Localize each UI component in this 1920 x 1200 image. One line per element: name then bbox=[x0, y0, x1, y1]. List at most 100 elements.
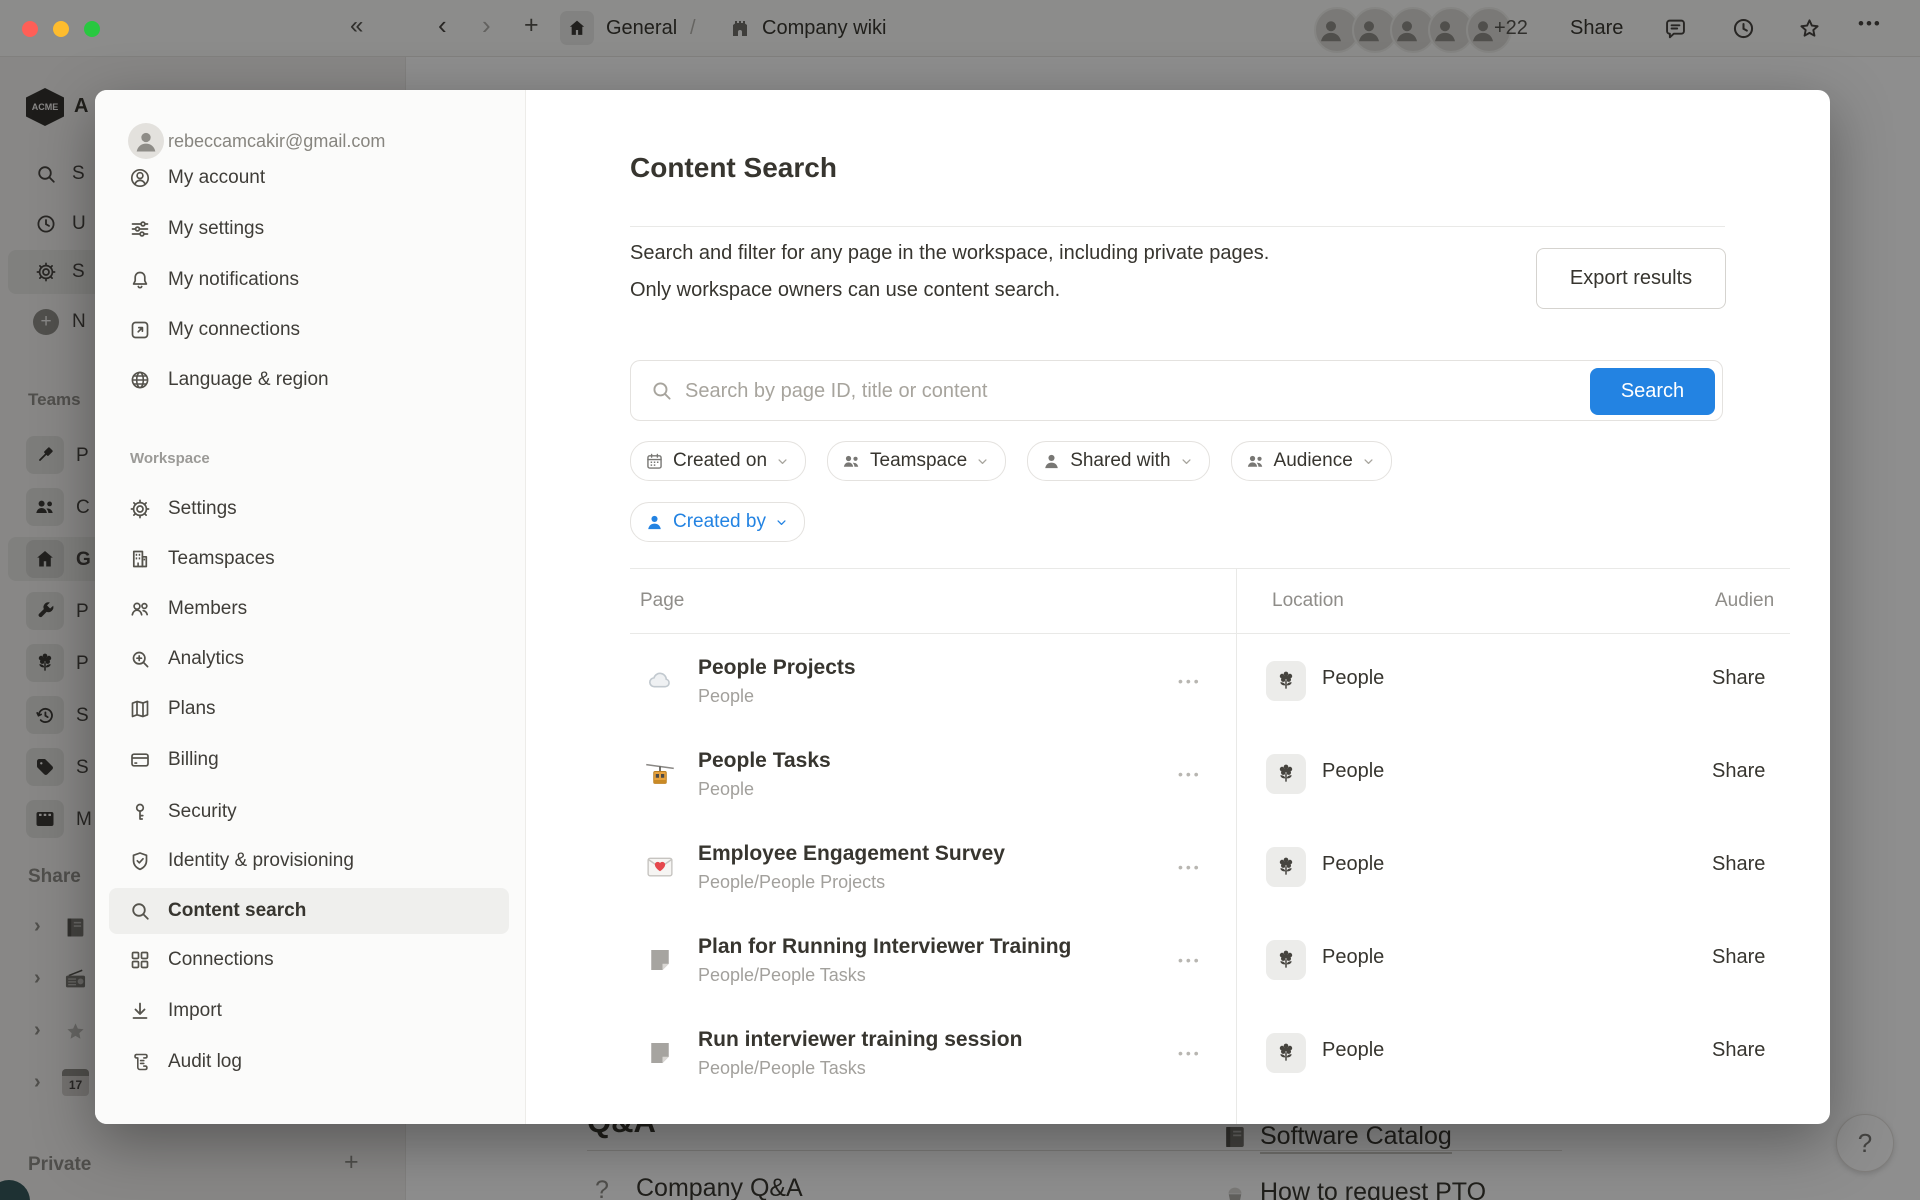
building-icon bbox=[128, 547, 152, 571]
table-row[interactable]: People Projects People ••• People Share bbox=[630, 634, 1790, 727]
description-line1: Search and filter for any page in the wo… bbox=[630, 242, 1550, 265]
column-header-page[interactable]: Page bbox=[640, 568, 684, 633]
row-menu-icon[interactable]: ••• bbox=[1178, 860, 1220, 874]
location-value: People bbox=[1322, 853, 1384, 876]
teamspace-flower-icon bbox=[1266, 754, 1306, 794]
page-path: People/People Tasks bbox=[698, 965, 866, 986]
menu-item-my-settings[interactable]: My settings bbox=[95, 204, 525, 254]
menu-item-teamspaces[interactable]: Teamspaces bbox=[95, 534, 525, 584]
menu-item-my-connections[interactable]: My connections bbox=[95, 305, 525, 355]
menu-item-import[interactable]: Import bbox=[95, 986, 525, 1036]
settings-modal: rebeccamcakir@gmail.com My account My se… bbox=[95, 90, 1830, 1124]
chevron-down-icon bbox=[775, 454, 790, 469]
filter-audience[interactable]: Audience bbox=[1231, 441, 1392, 481]
page-title[interactable]: Employee Engagement Survey bbox=[698, 842, 1005, 866]
results-table: Page Location Audien People Projects Peo… bbox=[630, 568, 1790, 1124]
menu-item-analytics[interactable]: Analytics bbox=[95, 634, 525, 684]
people-icon bbox=[1245, 451, 1266, 472]
menu-item-content-search[interactable]: Content search bbox=[95, 886, 525, 936]
filter-shared-with[interactable]: Shared with bbox=[1027, 441, 1209, 481]
title-divider bbox=[630, 226, 1725, 227]
page-title[interactable]: People Projects bbox=[698, 656, 856, 680]
page-title[interactable]: Plan for Running Interviewer Training bbox=[698, 935, 1071, 959]
chevron-down-icon bbox=[774, 515, 789, 530]
description-line2: Only workspace owners can use content se… bbox=[630, 279, 1550, 302]
shield-check-icon bbox=[128, 849, 152, 873]
chevron-down-icon bbox=[1179, 454, 1194, 469]
table-row[interactable]: Plan for Running Interviewer Training Pe… bbox=[630, 913, 1790, 1006]
row-menu-icon[interactable]: ••• bbox=[1178, 1046, 1220, 1060]
menu-item-plans[interactable]: Plans bbox=[95, 684, 525, 734]
person-icon bbox=[1041, 451, 1062, 472]
app-window: « ‹ › + General / Company wiki +22 Share… bbox=[0, 0, 1920, 1200]
person-circle-icon bbox=[128, 166, 152, 190]
menu-item-label: Identity & provisioning bbox=[168, 836, 354, 886]
teamspace-flower-icon bbox=[1266, 1033, 1306, 1073]
filter-teamspace[interactable]: Teamspace bbox=[827, 441, 1006, 481]
filter-label: Audience bbox=[1274, 450, 1353, 472]
column-header-location[interactable]: Location bbox=[1272, 568, 1344, 633]
credit-card-icon bbox=[128, 748, 152, 772]
menu-item-language-region[interactable]: Language & region bbox=[95, 355, 525, 405]
row-menu-icon[interactable]: ••• bbox=[1178, 674, 1220, 688]
table-row[interactable]: People Tasks People ••• People Share bbox=[630, 727, 1790, 820]
active-filter-row: Created by bbox=[630, 502, 805, 542]
settings-menu-panel: rebeccamcakir@gmail.com My account My se… bbox=[95, 90, 526, 1124]
zoom-window-button[interactable] bbox=[84, 21, 100, 37]
menu-item-members[interactable]: Members bbox=[95, 584, 525, 634]
menu-item-label: Security bbox=[168, 787, 237, 837]
menu-item-billing[interactable]: Billing bbox=[95, 735, 525, 785]
menu-item-label: Teamspaces bbox=[168, 534, 275, 584]
teamspace-flower-icon bbox=[1266, 661, 1306, 701]
export-results-button[interactable]: Export results bbox=[1536, 248, 1726, 309]
page-icon bbox=[644, 944, 676, 976]
row-menu-icon[interactable]: ••• bbox=[1178, 953, 1220, 967]
search-icon bbox=[128, 899, 152, 923]
menu-item-label: Audit log bbox=[168, 1037, 242, 1087]
close-window-button[interactable] bbox=[22, 21, 38, 37]
page-icon bbox=[644, 1037, 676, 1069]
location-value: People bbox=[1322, 1039, 1384, 1062]
filter-label: Created by bbox=[673, 511, 766, 533]
menu-item-label: Plans bbox=[168, 684, 216, 734]
chevron-down-icon bbox=[975, 454, 990, 469]
page-title[interactable]: People Tasks bbox=[698, 749, 831, 773]
menu-item-identity-provisioning[interactable]: Identity & provisioning bbox=[95, 836, 525, 886]
filter-chip-row: Created on Teamspace Shared with Audienc… bbox=[630, 441, 1392, 481]
menu-item-settings[interactable]: Settings bbox=[95, 484, 525, 534]
grid-icon bbox=[128, 948, 152, 972]
menu-item-label: Analytics bbox=[168, 634, 244, 684]
filter-label: Teamspace bbox=[870, 450, 967, 472]
row-menu-icon[interactable]: ••• bbox=[1178, 767, 1220, 781]
table-row[interactable]: Employee Engagement Survey People/People… bbox=[630, 820, 1790, 913]
menu-item-my-notifications[interactable]: My notifications bbox=[95, 255, 525, 305]
filter-created-on[interactable]: Created on bbox=[630, 441, 806, 481]
menu-item-label: My account bbox=[168, 153, 265, 203]
menu-item-security[interactable]: Security bbox=[95, 787, 525, 837]
search-icon bbox=[649, 378, 674, 403]
minimize-window-button[interactable] bbox=[53, 21, 69, 37]
chevron-down-icon bbox=[1361, 454, 1376, 469]
column-header-audience[interactable]: Audien bbox=[1715, 568, 1774, 633]
menu-item-label: My notifications bbox=[168, 255, 299, 305]
search-button[interactable]: Search bbox=[1590, 368, 1715, 415]
search-input[interactable] bbox=[683, 361, 1547, 422]
page-title: Content Search bbox=[630, 152, 837, 184]
audience-value: Share bbox=[1712, 667, 1765, 690]
filter-created-by[interactable]: Created by bbox=[630, 502, 805, 542]
menu-item-my-account[interactable]: My account bbox=[95, 153, 525, 203]
audience-value: Share bbox=[1712, 760, 1765, 783]
filter-label: Created on bbox=[673, 450, 767, 472]
menu-item-label: Settings bbox=[168, 484, 237, 534]
audience-value: Share bbox=[1712, 1039, 1765, 1062]
menu-item-audit-log[interactable]: Audit log bbox=[95, 1037, 525, 1087]
person-icon bbox=[644, 512, 665, 533]
workspace-section-label: Workspace bbox=[130, 450, 210, 467]
page-path: People/People Projects bbox=[698, 872, 885, 893]
menu-item-connections[interactable]: Connections bbox=[95, 935, 525, 985]
menu-item-label: Billing bbox=[168, 735, 219, 785]
location-value: People bbox=[1322, 946, 1384, 969]
page-title[interactable]: Run interviewer training session bbox=[698, 1028, 1022, 1052]
table-row[interactable]: Run interviewer training session People/… bbox=[630, 1006, 1790, 1099]
menu-item-label: Connections bbox=[168, 935, 274, 985]
